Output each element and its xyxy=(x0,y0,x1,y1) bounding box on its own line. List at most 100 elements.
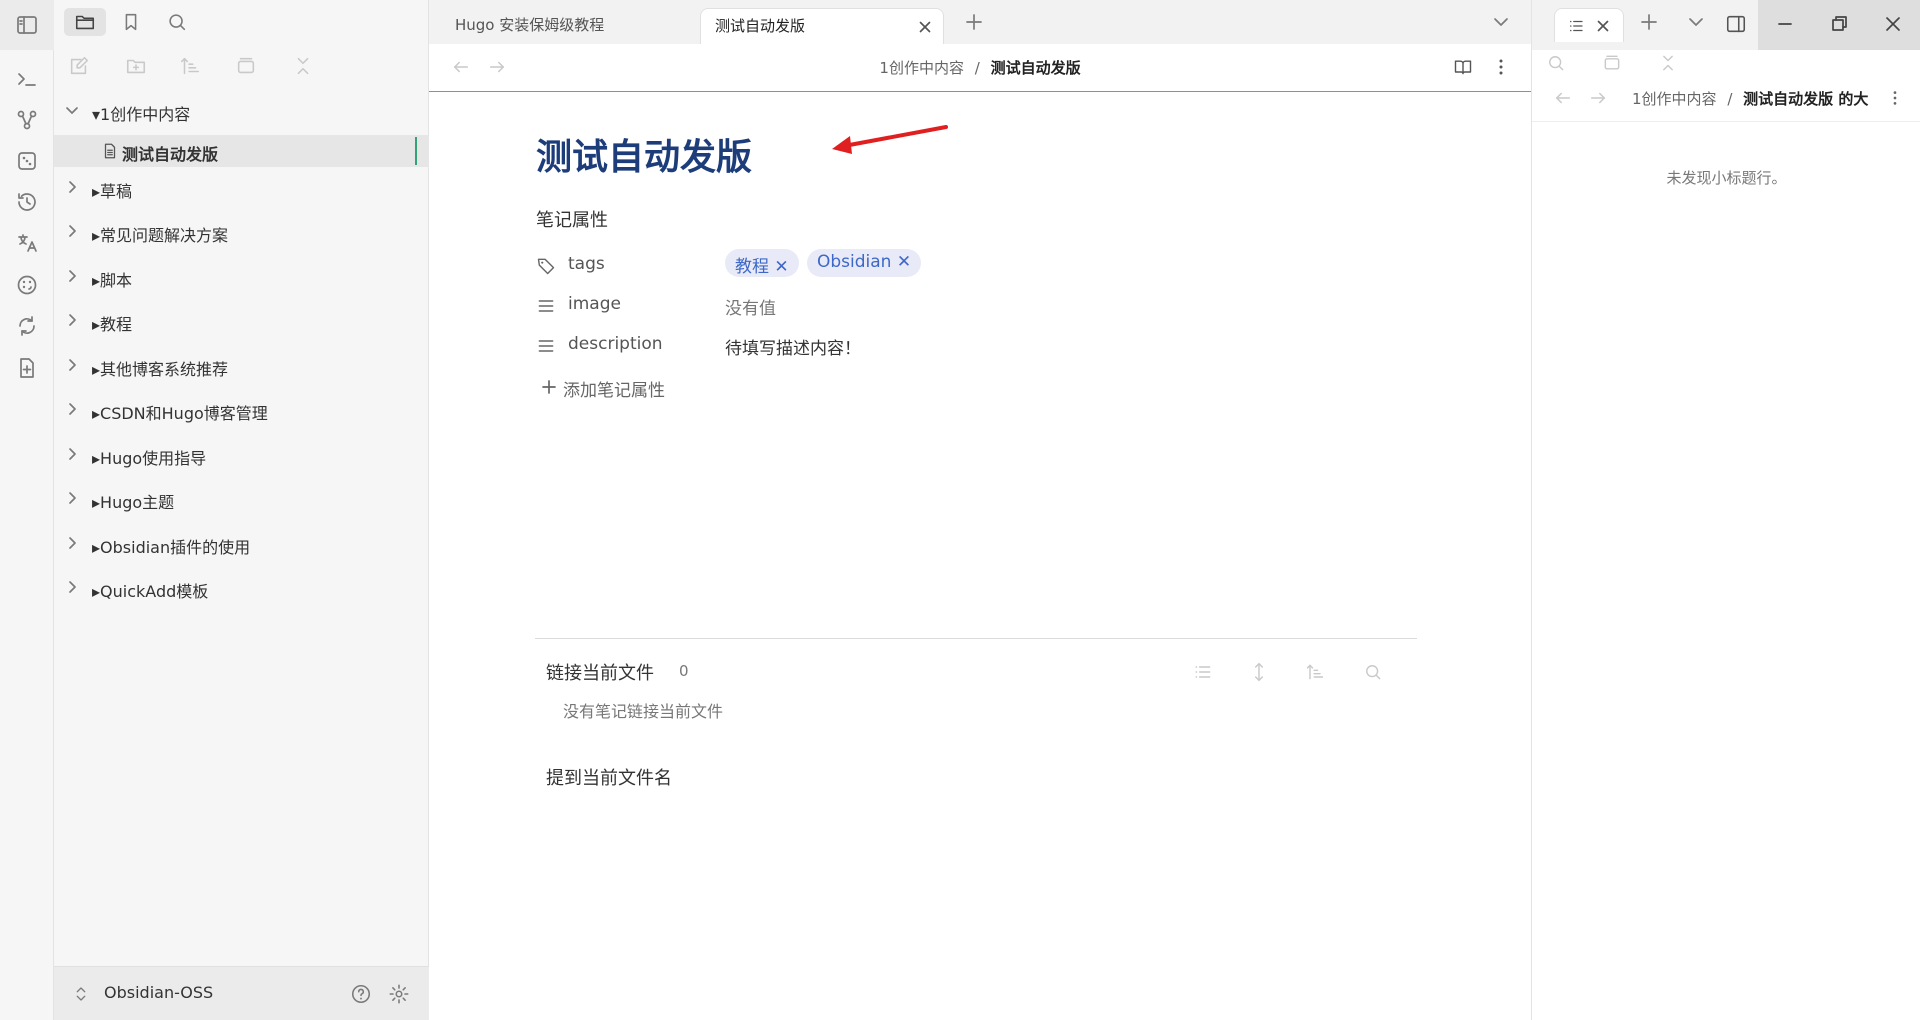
chevron-right-icon xyxy=(69,225,76,237)
property-key[interactable]: image xyxy=(568,294,621,314)
back-arrow-icon[interactable] xyxy=(1554,89,1572,107)
graph-icon[interactable] xyxy=(14,107,40,133)
tab-hugo-install[interactable]: Hugo 安装保姆级教程 xyxy=(441,8,618,44)
tree-label: ▸Hugo主题 xyxy=(92,493,175,512)
translate-icon[interactable] xyxy=(14,230,40,256)
collapse-icon[interactable] xyxy=(1658,53,1678,73)
tree-file-active[interactable]: 测试自动发版 xyxy=(54,135,429,167)
tree-folder[interactable]: ▸Hugo使用指导 xyxy=(54,439,429,471)
chevron-right-icon xyxy=(69,403,76,415)
reading-view-icon[interactable] xyxy=(1453,57,1473,77)
tree-folder[interactable]: ▸Obsidian插件的使用 xyxy=(54,528,429,560)
left-sidebar: ▾1创作中内容 测试自动发版 ▸草稿 ▸常见问题解决方案 ▸脚本 ▸教程 ▸其他… xyxy=(54,0,429,1020)
unlinked-mentions-heading[interactable]: 提到当前文件名 xyxy=(546,764,672,790)
outline-breadcrumb-folder[interactable]: 1创作中内容 xyxy=(1632,90,1717,108)
tree-folder[interactable]: ▸脚本 xyxy=(54,261,429,293)
search-tab[interactable] xyxy=(156,8,198,36)
minimize-icon[interactable] xyxy=(1776,15,1794,33)
tag-label: 教程 ✕ xyxy=(735,257,789,277)
vault-switcher[interactable]: Obsidian-OSS xyxy=(54,966,429,1020)
tree-label: ▸其他博客系统推荐 xyxy=(92,360,229,379)
backlinks-empty-message: 没有笔记链接当前文件 xyxy=(563,702,724,721)
expand-icon[interactable] xyxy=(1249,662,1269,682)
vault-name: Obsidian-OSS xyxy=(104,983,214,1002)
files-tab[interactable] xyxy=(64,8,106,36)
new-folder-button[interactable] xyxy=(123,53,149,79)
note-title[interactable]: 测试自动发版 xyxy=(536,128,752,180)
chevron-right-icon xyxy=(69,448,76,460)
breadcrumb-file[interactable]: 测试自动发版 xyxy=(991,59,1081,77)
tree-label: 测试自动发版 xyxy=(122,145,219,164)
divider xyxy=(535,638,1417,639)
property-value[interactable]: 没有值 xyxy=(725,294,776,319)
chevron-updown-icon xyxy=(76,987,86,1001)
property-tags: tags 教程 ✕ Obsidian ✕ xyxy=(536,248,1136,282)
bookmarks-tab[interactable] xyxy=(110,8,152,36)
property-key[interactable]: tags xyxy=(568,254,605,274)
help-icon[interactable] xyxy=(350,983,372,1005)
tree-folder[interactable]: ▸其他博客系统推荐 xyxy=(54,350,429,382)
more-options-icon[interactable] xyxy=(1491,57,1511,77)
new-note-icon xyxy=(70,56,89,75)
collapse-all-button[interactable] xyxy=(290,53,316,79)
chevron-down-icon[interactable] xyxy=(1686,12,1706,32)
forward-arrow-icon[interactable] xyxy=(1589,89,1607,107)
right-sidebar-toggle-icon[interactable] xyxy=(1725,13,1747,35)
new-note-button[interactable] xyxy=(66,53,92,79)
tab-test-release[interactable]: 测试自动发版 xyxy=(700,8,944,44)
new-tab-icon[interactable] xyxy=(964,12,984,32)
palette-icon[interactable] xyxy=(14,272,40,298)
search-icon[interactable] xyxy=(1546,53,1566,73)
tag-pill[interactable]: Obsidian ✕ xyxy=(807,249,922,277)
breadcrumb-folder[interactable]: 1创作中内容 xyxy=(879,59,964,77)
chevron-right-icon xyxy=(69,270,76,282)
plus-icon xyxy=(542,380,556,394)
terminal-icon[interactable] xyxy=(14,66,40,92)
add-property-label: 添加笔记属性 xyxy=(563,381,665,401)
tag-pill[interactable]: 教程 ✕ xyxy=(725,249,799,277)
sidebar-toggle-icon[interactable] xyxy=(14,12,40,38)
list-icon[interactable] xyxy=(1193,662,1213,682)
property-key[interactable]: description xyxy=(568,334,663,354)
sort-button[interactable] xyxy=(177,53,203,79)
tree-folder[interactable]: ▸Hugo主题 xyxy=(54,483,429,515)
tree-folder-1[interactable]: ▾1创作中内容 xyxy=(54,95,429,127)
new-file-from-template-icon[interactable] xyxy=(14,355,40,381)
tree-folder[interactable]: ▸草稿 xyxy=(54,172,429,204)
close-icon[interactable] xyxy=(1595,18,1611,34)
chevron-right-icon xyxy=(69,492,76,504)
tree-label: ▸CSDN和Hugo博客管理 xyxy=(92,404,268,423)
window-close-icon[interactable] xyxy=(1884,15,1902,33)
tree-folder[interactable]: ▸教程 xyxy=(54,305,429,337)
chevron-down-icon[interactable] xyxy=(1491,12,1511,32)
text-icon xyxy=(538,340,554,352)
sidebar-tab-bar xyxy=(54,0,429,44)
file-icon xyxy=(104,143,116,159)
reveal-icon[interactable] xyxy=(1602,53,1622,73)
close-icon[interactable] xyxy=(917,19,933,35)
sync-icon[interactable] xyxy=(14,313,40,339)
property-value[interactable]: 待填写描述内容！ xyxy=(725,334,861,359)
backlinks-heading[interactable]: 链接当前文件 xyxy=(546,659,654,685)
tree-folder[interactable]: ▸QuickAdd模板 xyxy=(54,572,429,604)
dice-icon[interactable] xyxy=(14,148,40,174)
right-tab-bar xyxy=(1532,0,1758,50)
tree-folder[interactable]: ▸CSDN和Hugo博客管理 xyxy=(54,394,429,426)
outline-tab[interactable] xyxy=(1554,8,1624,42)
restore-icon[interactable] xyxy=(1830,15,1848,33)
right-sidebar: 1创作中内容 / 测试自动发版 的大 未发现小标题行。 xyxy=(1531,0,1920,1020)
more-options-icon[interactable] xyxy=(1886,89,1904,107)
gear-icon[interactable] xyxy=(388,983,410,1005)
outline-breadcrumb-separator: / xyxy=(1727,90,1733,108)
chevron-right-icon xyxy=(69,537,76,549)
new-tab-icon[interactable] xyxy=(1639,12,1659,32)
outline-breadcrumb-file[interactable]: 测试自动发版 的大 xyxy=(1743,90,1868,108)
sort-icon[interactable] xyxy=(1305,662,1325,682)
chevron-right-icon xyxy=(69,581,76,593)
search-icon[interactable] xyxy=(1363,662,1383,682)
folder-icon xyxy=(75,15,95,30)
tree-folder[interactable]: ▸常见问题解决方案 xyxy=(54,216,429,248)
tree-label: ▸QuickAdd模板 xyxy=(92,582,209,601)
auto-reveal-button[interactable] xyxy=(233,53,259,79)
history-icon[interactable] xyxy=(14,189,40,215)
